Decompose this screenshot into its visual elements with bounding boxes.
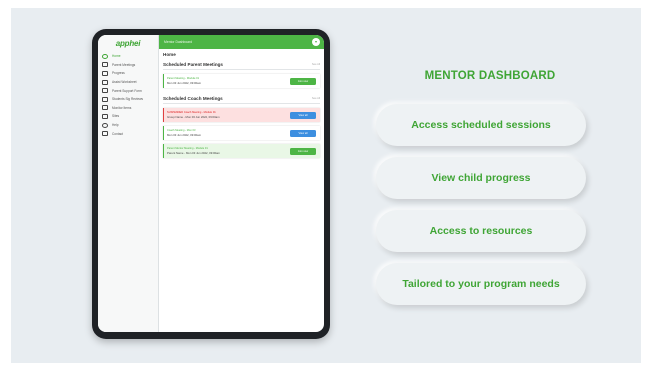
view-button[interactable]: View all bbox=[290, 111, 316, 119]
section-title: Scheduled Coach Meetings bbox=[163, 95, 223, 101]
form-icon bbox=[102, 88, 108, 94]
chart-icon bbox=[102, 70, 108, 76]
logo-text: apphei bbox=[115, 39, 141, 48]
sidebar: apphei Home Parent Meetings Progress Ass… bbox=[98, 35, 159, 332]
see-all-link[interactable]: See All bbox=[312, 63, 320, 66]
coach-meetings-header: Scheduled Coach Meetings See All bbox=[163, 93, 320, 104]
app-header: Mentor Dashboard ▾ bbox=[159, 35, 324, 49]
parent-meetings-header: Scheduled Parent Meetings See All bbox=[163, 59, 320, 70]
meeting-card[interactable]: Parent Meeting - Module 01 Mon 03 Jun 20… bbox=[163, 74, 320, 88]
sidebar-item-students-reviews[interactable]: Students Sig Reviews bbox=[98, 95, 158, 104]
feature-pill-resources: Access to resources bbox=[376, 210, 586, 252]
feature-label: View child progress bbox=[431, 172, 531, 184]
feature-pill-sessions: Access scheduled sessions bbox=[376, 104, 586, 146]
sidebar-item-progress[interactable]: Progress bbox=[98, 69, 158, 78]
sidebar-item-parent-support-form[interactable]: Parent Support Form bbox=[98, 86, 158, 95]
meeting-card[interactable]: SUSPENDED Coach Meeting - Module 01 Grou… bbox=[163, 108, 320, 122]
sidebar-item-label: Monitor Items bbox=[112, 105, 132, 110]
home-icon bbox=[102, 53, 108, 59]
chevron-down-icon: ▾ bbox=[314, 39, 317, 44]
feature-label: Access to resources bbox=[429, 225, 533, 237]
sidebar-item-label: Parent Meetings bbox=[112, 62, 136, 67]
sidebar-item-label: Sites bbox=[112, 114, 120, 119]
header-title: Mentor Dashboard bbox=[164, 40, 193, 44]
tablet-device: apphei Home Parent Meetings Progress Ass… bbox=[92, 29, 330, 339]
tablet-screen: apphei Home Parent Meetings Progress Ass… bbox=[98, 35, 324, 332]
join-button[interactable]: Join now bbox=[290, 147, 316, 155]
feature-label: Tailored to your program needs bbox=[402, 278, 560, 290]
sidebar-item-sites[interactable]: Sites bbox=[98, 112, 158, 121]
sidebar-item-contact[interactable]: Contact bbox=[98, 129, 158, 138]
calendar-icon bbox=[102, 62, 108, 68]
feature-pill-progress: View child progress bbox=[376, 157, 586, 199]
logo[interactable]: apphei bbox=[98, 35, 158, 52]
view-button[interactable]: View all bbox=[290, 129, 316, 137]
meeting-card[interactable]: Coach Meeting - Mon 03 Mon 03 Jun 2022, … bbox=[163, 126, 320, 140]
sidebar-item-label: Home bbox=[112, 54, 121, 59]
document-icon bbox=[102, 96, 108, 102]
sidebar-item-label: Parent Support Form bbox=[112, 88, 142, 93]
sidebar-item-label: Help bbox=[112, 123, 119, 128]
sidebar-item-home[interactable]: Home bbox=[98, 52, 158, 61]
feature-pill-tailored: Tailored to your program needs bbox=[376, 263, 586, 305]
sidebar-item-label: Progress bbox=[112, 71, 125, 76]
sidebar-item-parent-meetings[interactable]: Parent Meetings bbox=[98, 61, 158, 70]
sidebar-item-help[interactable]: Help bbox=[98, 121, 158, 130]
sidebar-item-label: Students Sig Reviews bbox=[112, 97, 144, 102]
sidebar-item-monitor-items[interactable]: Monitor Items bbox=[98, 104, 158, 113]
meeting-card[interactable]: Parent Mentor Meeting - Module 01 Parent… bbox=[163, 144, 320, 158]
help-icon bbox=[102, 122, 108, 128]
see-all-link[interactable]: See All bbox=[312, 97, 320, 100]
list-icon bbox=[102, 105, 108, 111]
sidebar-item-label: Assist Worksheet bbox=[112, 80, 137, 85]
monitor-icon bbox=[102, 79, 108, 85]
main-content: Home Scheduled Parent Meetings See All P… bbox=[159, 49, 324, 332]
feature-label: Access scheduled sessions bbox=[411, 119, 551, 131]
sidebar-item-assist-worksheet[interactable]: Assist Worksheet bbox=[98, 78, 158, 87]
dashboard-title: MENTOR DASHBOARD bbox=[424, 70, 556, 82]
profile-menu-button[interactable]: ▾ bbox=[312, 38, 320, 46]
page-title: Home bbox=[163, 52, 176, 57]
sidebar-item-label: Contact bbox=[112, 131, 123, 136]
section-title: Scheduled Parent Meetings bbox=[163, 61, 223, 67]
users-icon bbox=[102, 131, 108, 137]
join-button[interactable]: Join now bbox=[290, 77, 316, 85]
location-icon bbox=[102, 113, 108, 119]
